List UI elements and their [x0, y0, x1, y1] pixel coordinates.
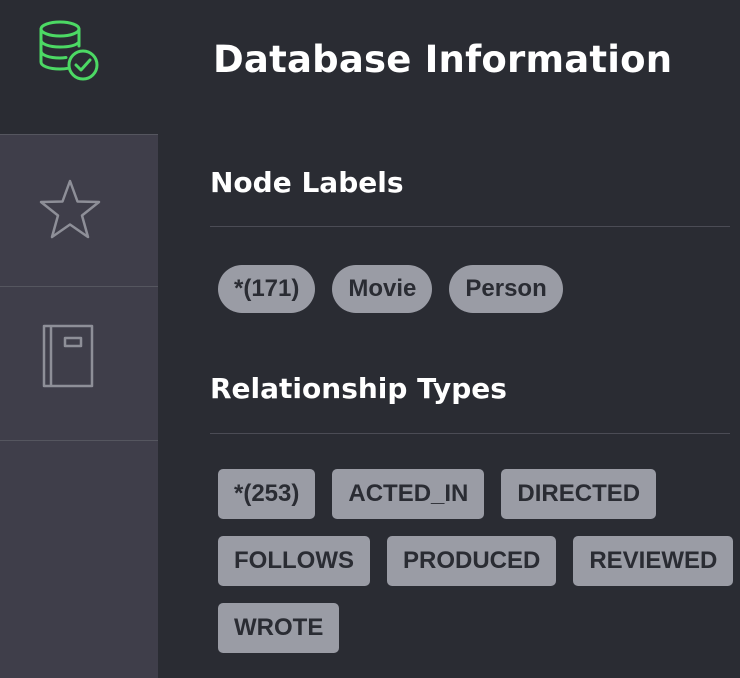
relationship-types-list: *(253) ACTED_IN DIRECTED FOLLOWS PRODUCE…	[218, 469, 738, 653]
relationship-type-reviewed[interactable]: REVIEWED	[573, 536, 734, 586]
sidebar-item-database[interactable]	[0, 0, 158, 134]
relationship-type-directed[interactable]: DIRECTED	[501, 469, 657, 519]
relationship-type-acted-in[interactable]: ACTED_IN	[332, 469, 485, 519]
relationship-types-heading: Relationship Types	[210, 372, 507, 405]
sidebar-rail	[0, 0, 158, 678]
sidebar-item-favorites[interactable]	[0, 134, 158, 286]
book-icon	[42, 324, 116, 393]
database-info-drawer: Database Information Node Labels *(171) …	[158, 0, 740, 678]
node-label-person[interactable]: Person	[449, 265, 563, 313]
relationship-type-wrote[interactable]: WROTE	[218, 603, 340, 653]
relationship-type-all[interactable]: *(253)	[218, 469, 316, 519]
relationship-type-follows[interactable]: FOLLOWS	[218, 536, 370, 586]
sidebar-item-documents[interactable]	[0, 286, 158, 441]
section-divider	[210, 433, 730, 434]
node-labels-list: *(171) Movie Person	[218, 265, 728, 313]
app-root: Database Information Node Labels *(171) …	[0, 0, 740, 678]
drawer-title: Database Information	[213, 38, 673, 81]
node-label-movie[interactable]: Movie	[332, 265, 433, 313]
database-check-icon	[38, 0, 120, 89]
section-divider	[210, 226, 730, 227]
star-icon	[38, 174, 120, 247]
node-label-all[interactable]: *(171)	[218, 265, 316, 313]
node-labels-heading: Node Labels	[210, 166, 404, 199]
relationship-type-produced[interactable]: PRODUCED	[386, 536, 557, 586]
